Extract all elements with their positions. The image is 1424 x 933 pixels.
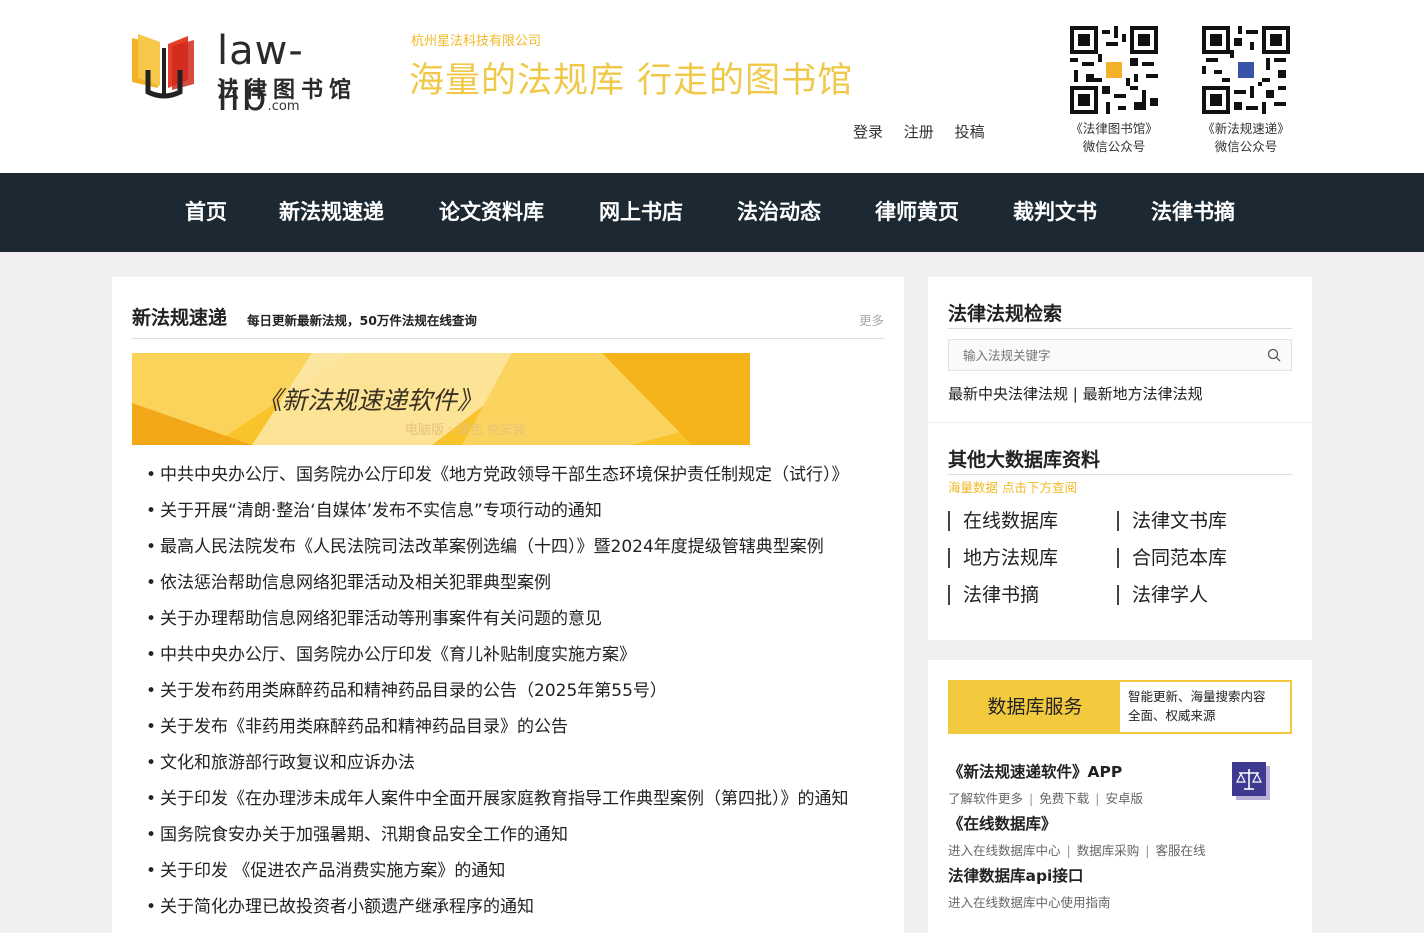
db-link-contracts[interactable]: 合同范本库 <box>1117 548 1227 568</box>
divider <box>132 338 884 339</box>
qr-code-icon <box>1070 26 1158 114</box>
app-android-link[interactable]: 安卓版 <box>1105 791 1143 806</box>
news-link[interactable]: 依法惩治帮助信息网络犯罪活动及相关犯罪典型案例 <box>160 573 551 593</box>
news-link[interactable]: 关于办理帮助信息网络犯罪活动等刑事案件有关问题的意见 <box>160 609 602 629</box>
app-download-link[interactable]: 免费下载 <box>1039 791 1089 806</box>
list-item: 关于办理帮助信息网络犯罪活动等刑事案件有关问题的意见 <box>146 601 886 637</box>
api-title-link[interactable]: 法律数据库api接口 <box>948 864 1083 886</box>
list-item: 关于印发 《促进农产品消费实施方案》的通知 <box>146 853 886 889</box>
list-item: 关于发布《非药用类麻醉药品和精神药品目录》的公告 <box>146 709 886 745</box>
nav-judgments[interactable]: 裁判文书 <box>1013 196 1097 226</box>
login-link[interactable]: 登录 <box>853 123 883 141</box>
services-banner-desc: 智能更新、海量搜索内容 全面、权威来源 <box>1128 689 1266 723</box>
qr-law-lib: 《法律图书馆》 微信公众号 <box>1064 26 1164 156</box>
app-scales-icon[interactable] <box>1232 762 1270 800</box>
search-icon[interactable] <box>1267 348 1281 362</box>
search-panel-title: 法律法规检索 <box>948 303 1063 325</box>
nav-lawyers[interactable]: 律师黄页 <box>875 196 959 226</box>
news-link[interactable]: 关于印发《在办理涉未成年人案件中全面开展家庭教育指导工作典型案例（第四批）》的通… <box>160 789 849 809</box>
nav-home[interactable]: 首页 <box>185 196 227 226</box>
db-purchase-link[interactable]: 数据库采购 <box>1077 843 1140 858</box>
services-banner-title: 数据库服务 <box>950 682 1120 732</box>
news-link[interactable]: 中共中央办公厅、国务院办公厅印发《地方党政领导干部生态环境保护责任制规定（试行）… <box>160 465 849 485</box>
api-guide: 进入在线数据库中心使用指南 <box>948 892 1111 911</box>
law-search-panel: 法律法规检索 最新中央法律法规 | 最新地方法律法规 <box>928 277 1312 422</box>
more-link[interactable]: 更多 <box>859 310 884 329</box>
slogan: 海量的法规库 行走的图书馆 <box>409 61 854 101</box>
section-subtitle: 每日更新最新法规，50万件法规在线查询 <box>247 313 477 328</box>
online-db-links: 进入在线数据库中心 | 数据库采购 | 客服在线 <box>948 843 1206 858</box>
customer-service-link[interactable]: 客服在线 <box>1155 843 1205 858</box>
nav-new-laws[interactable]: 新法规速递 <box>279 196 384 226</box>
news-link[interactable]: 文化和旅游部行政复议和应诉办法 <box>160 753 415 773</box>
list-item: 依法惩治帮助信息网络犯罪活动及相关犯罪典型案例 <box>146 565 886 601</box>
nav-papers[interactable]: 论文资料库 <box>439 196 544 226</box>
main-nav: 首页 新法规速递 论文资料库 网上书店 法治动态 律师黄页 裁判文书 法律书摘 <box>0 173 1424 252</box>
db-link-documents[interactable]: 法律文书库 <box>1117 511 1227 531</box>
new-laws-panel: 新法规速递 每日更新最新法规，50万件法规在线查询 更多 《新法规速递软件》 电… <box>112 277 904 933</box>
link-divider: | <box>1068 385 1083 403</box>
api-guide-link[interactable]: 进入在线数据库中心使用指南 <box>948 895 1111 910</box>
section-title: 新法规速递 <box>132 307 228 329</box>
submit-link[interactable]: 投稿 <box>955 123 985 141</box>
news-link[interactable]: 关于发布《非药用类麻醉药品和精神药品目录》的公告 <box>160 717 568 737</box>
book-logo-icon <box>132 34 194 99</box>
software-banner[interactable]: 《新法规速递软件》 电脑版 : 绿色 免安装 <box>132 353 750 445</box>
qr-caption: 《新法规速递》 微信公众号 <box>1202 121 1290 154</box>
divider <box>948 328 1292 329</box>
list-item: 中共中央办公厅、国务院办公厅印发《育儿补贴制度实施方案》 <box>146 637 886 673</box>
latest-laws-links: 最新中央法律法规 | 最新地方法律法规 <box>948 383 1203 404</box>
online-db-title-link[interactable]: 《在线数据库》 <box>948 812 1057 834</box>
search-box <box>948 339 1292 371</box>
databases-note: 海量数据 点击下方查阅 <box>948 480 1077 495</box>
list-item: 最高人民法院发布《人民法院司法改革案例选编（十四）》暨2024年度提级管辖典型案… <box>146 529 886 565</box>
search-input[interactable] <box>949 340 1249 370</box>
app-title-link[interactable]: 《新法规速递软件》APP <box>948 760 1122 782</box>
site-header: law-lib.com 法律图书馆 杭州星法科技有限公司 海量的法规库 行走的图… <box>0 0 1424 173</box>
list-item: 文化和旅游部行政复议和应诉办法 <box>146 745 886 781</box>
news-link[interactable]: 关于发布药用类麻醉药品和精神药品目录的公告（2025年第55号） <box>160 681 667 701</box>
qr-new-laws: 《新法规速递》 微信公众号 <box>1196 26 1296 156</box>
site-logo[interactable]: law-lib.com 法律图书馆 <box>124 28 374 120</box>
local-laws-link[interactable]: 最新地方法律法规 <box>1083 385 1203 403</box>
services-banner[interactable]: 数据库服务 智能更新、海量搜索内容 全面、权威来源 <box>948 680 1292 734</box>
news-link[interactable]: 中共中央办公厅、国务院办公厅印发《育儿补贴制度实施方案》 <box>160 645 636 665</box>
list-item: 关于发布药用类麻醉药品和精神药品目录的公告（2025年第55号） <box>146 673 886 709</box>
logo-text-cn: 法律图书馆 <box>217 78 358 103</box>
db-link-online[interactable]: 在线数据库 <box>948 511 1058 531</box>
qr-caption: 《法律图书馆》 微信公众号 <box>1070 121 1158 154</box>
company-name: 杭州星法科技有限公司 <box>411 34 542 49</box>
news-link[interactable]: 关于简化办理已故投资者小额遗产继承程序的通知 <box>160 897 534 917</box>
databases-panel-title: 其他大数据库资料 <box>948 449 1101 471</box>
list-item: 关于开展“清朗·整治‘自媒体’发布不实信息”专项行动的通知 <box>146 493 886 529</box>
online-db-center-link[interactable]: 进入在线数据库中心 <box>948 843 1061 858</box>
account-links: 登录 注册 投稿 <box>853 121 1001 142</box>
db-link-scholars[interactable]: 法律学人 <box>1117 585 1208 605</box>
db-link-local-laws[interactable]: 地方法规库 <box>948 548 1058 568</box>
qr-code-icon <box>1202 26 1290 114</box>
list-item: 国务院食安办关于加强暑期、汛期食品安全工作的通知 <box>146 817 886 853</box>
app-links: 了解软件更多 | 免费下载 | 安卓版 <box>948 791 1143 806</box>
news-link[interactable]: 关于开展“清朗·整治‘自媒体’发布不实信息”专项行动的通知 <box>160 501 602 521</box>
list-item: 中共中央办公厅、国务院办公厅印发《地方党政领导干部生态环境保护责任制规定（试行）… <box>146 457 886 493</box>
other-databases-panel: 其他大数据库资料 海量数据 点击下方查阅 在线数据库 法律文书库 地方法规库 合… <box>928 423 1312 640</box>
divider <box>948 474 1292 475</box>
banner-subtitle: 电脑版 : 绿色 免安装 <box>405 423 526 438</box>
database-services-panel: 数据库服务 智能更新、海量搜索内容 全面、权威来源 《新法规速递软件》APP 了… <box>928 660 1312 933</box>
news-link[interactable]: 关于印发 《促进农产品消费实施方案》的通知 <box>160 861 505 881</box>
nav-bookstore[interactable]: 网上书店 <box>599 196 683 226</box>
news-link[interactable]: 国务院食安办关于加强暑期、汛期食品安全工作的通知 <box>160 825 568 845</box>
app-more-link[interactable]: 了解软件更多 <box>948 791 1023 806</box>
news-list: 中共中央办公厅、国务院办公厅印发《地方党政领导干部生态环境保护责任制规定（试行）… <box>146 457 886 925</box>
nav-book-excerpts[interactable]: 法律书摘 <box>1151 196 1235 226</box>
list-item: 关于印发《在办理涉未成年人案件中全面开展家庭教育指导工作典型案例（第四批）》的通… <box>146 781 886 817</box>
list-item: 关于简化办理已故投资者小额遗产继承程序的通知 <box>146 889 886 925</box>
nav-law-news[interactable]: 法治动态 <box>737 196 821 226</box>
db-link-excerpts[interactable]: 法律书摘 <box>948 585 1039 605</box>
banner-title: 《新法规速递软件》 <box>257 386 483 415</box>
news-link[interactable]: 最高人民法院发布《人民法院司法改革案例选编（十四）》暨2024年度提级管辖典型案… <box>160 537 824 557</box>
central-laws-link[interactable]: 最新中央法律法规 <box>948 385 1068 403</box>
register-link[interactable]: 注册 <box>904 123 934 141</box>
